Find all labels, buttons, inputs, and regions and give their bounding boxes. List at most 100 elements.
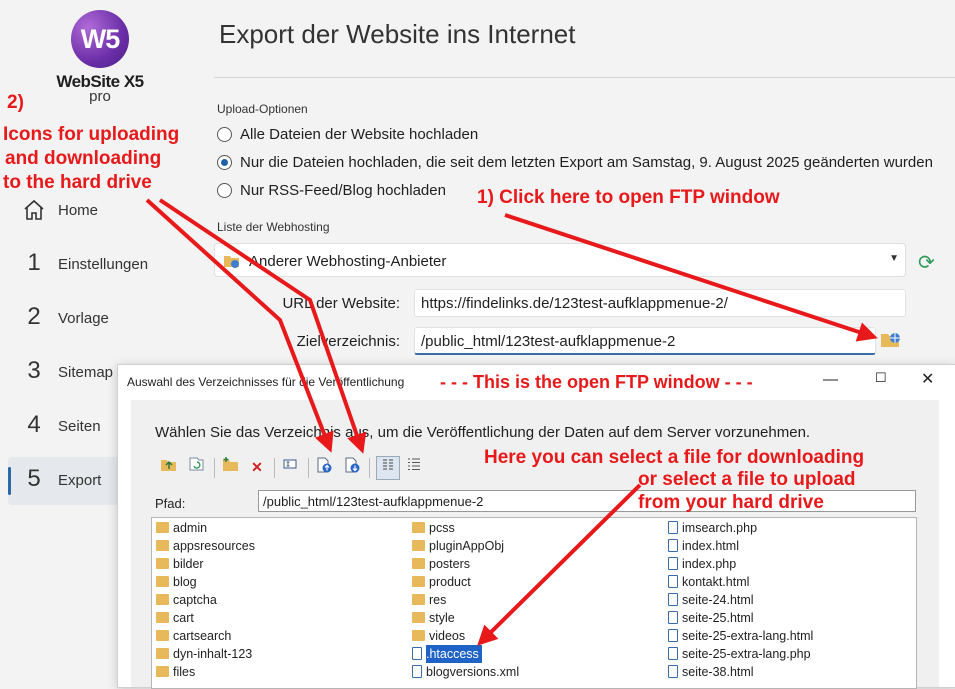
file-list-item[interactable]: res — [412, 591, 446, 609]
file-name: index.html — [682, 539, 739, 553]
file-list-item[interactable]: bilder — [156, 555, 204, 573]
file-list-item[interactable]: product — [412, 573, 471, 591]
file-list-item[interactable]: admin — [156, 519, 207, 537]
folder-icon — [156, 522, 169, 533]
close-icon[interactable]: ✕ — [921, 369, 934, 389]
radio-label: Nur die Dateien hochladen, die seit dem … — [240, 154, 933, 171]
file-name: pcss — [429, 521, 455, 535]
sidebar-item-label: Export — [58, 472, 102, 489]
sidebar-item-vorlage[interactable]: 2 Vorlage — [8, 295, 192, 343]
radio-all-files[interactable]: Alle Dateien der Website hochladen — [217, 126, 478, 143]
folder-up-icon[interactable] — [158, 456, 180, 478]
file-list-item[interactable]: posters — [412, 555, 470, 573]
folder-icon — [156, 594, 169, 605]
sidebar-item-einstellungen[interactable]: 1 Einstellungen — [8, 241, 192, 289]
file-icon — [668, 593, 678, 606]
upload-icon[interactable] — [313, 456, 335, 478]
sidebar-item-label: Vorlage — [58, 310, 109, 327]
radio-button[interactable] — [217, 155, 232, 170]
folder-globe-icon — [223, 253, 241, 274]
minimize-icon[interactable]: — — [823, 371, 838, 388]
file-icon — [412, 647, 422, 660]
file-name: seite-38.html — [682, 665, 754, 679]
file-list-item[interactable]: appsresources — [156, 537, 255, 555]
file-list-item[interactable]: style — [412, 609, 455, 627]
file-list-item[interactable]: cartsearch — [156, 627, 231, 645]
file-list-item[interactable]: index.php — [668, 555, 736, 573]
file-name: appsresources — [173, 539, 255, 553]
file-list-item[interactable]: blog — [156, 573, 197, 591]
file-name: files — [173, 665, 196, 679]
file-list-item[interactable]: cart — [156, 609, 194, 627]
radio-label: Nur RSS-Feed/Blog hochladen — [240, 182, 446, 199]
sidebar-item-number: 4 — [27, 411, 41, 438]
file-list-item[interactable]: imsearch.php — [668, 519, 757, 537]
target-dir-label: Zielverzeichnis: — [296, 333, 400, 350]
large-icons-view-icon[interactable] — [376, 456, 400, 480]
sidebar-item-label: Seiten — [58, 418, 101, 435]
rename-icon[interactable] — [280, 456, 302, 478]
details-view-icon[interactable] — [403, 456, 425, 478]
file-list-item[interactable]: seite-25-extra-lang.html — [668, 627, 813, 645]
file-list-item[interactable]: pcss — [412, 519, 455, 537]
folder-icon — [412, 630, 425, 641]
file-list-item[interactable]: pluginAppObj — [412, 537, 504, 555]
radio-button[interactable] — [217, 183, 232, 198]
file-name: posters — [429, 557, 470, 571]
file-list[interactable]: admin appsresources bilder blog captcha cart c… — [151, 517, 917, 689]
toolbar-divider — [308, 458, 309, 478]
toolbar-divider — [274, 458, 275, 478]
target-dir-field[interactable]: /public_html/123test-aufklappmenue-2 — [414, 327, 876, 355]
file-name: res — [429, 593, 447, 607]
file-list-item[interactable]: files — [156, 663, 195, 681]
radio-changed-files[interactable]: Nur die Dateien hochladen, die seit dem … — [217, 154, 933, 171]
page-title: Export der Website ins Internet — [219, 19, 576, 49]
file-icon — [668, 647, 678, 660]
annotation-step2-number: 2) — [7, 92, 24, 113]
download-icon[interactable] — [341, 456, 363, 478]
url-field[interactable]: https://findelinks.de/123test-aufklappme… — [414, 289, 906, 317]
radio-button[interactable] — [217, 127, 232, 142]
file-list-item[interactable]: .htaccess — [412, 645, 482, 663]
file-list-item[interactable]: kontakt.html — [668, 573, 749, 591]
file-list-item[interactable]: seite-38.html — [668, 663, 754, 681]
file-icon — [668, 521, 678, 534]
sidebar-item-home[interactable]: Home — [8, 187, 192, 235]
file-name: seite-25.html — [682, 611, 754, 625]
file-name: seite-25-extra-lang.html — [682, 629, 814, 643]
refresh-icon[interactable] — [186, 456, 208, 478]
maximize-icon[interactable]: ☐ — [875, 370, 887, 386]
annotation-select-line3: from your hard drive — [638, 492, 824, 513]
logo-badge: W5 — [71, 10, 129, 68]
file-icon — [668, 665, 678, 678]
folder-icon — [156, 666, 169, 677]
url-label: URL der Website: — [282, 295, 400, 312]
annotation-select-line2: or select a file to upload — [638, 469, 856, 490]
folder-icon — [412, 558, 425, 569]
dialog-description: Wählen Sie das Verzeichnis aus, um die V… — [155, 424, 811, 441]
file-list-item[interactable]: captcha — [156, 591, 217, 609]
file-name: kontakt.html — [682, 575, 750, 589]
hosting-provider-select[interactable]: Anderer Webhosting-Anbieter ▼ — [214, 243, 906, 277]
file-name: blog — [173, 575, 197, 589]
folder-icon — [412, 522, 425, 533]
radio-rss-blog[interactable]: Nur RSS-Feed/Blog hochladen — [217, 182, 446, 199]
file-list-item[interactable]: seite-25.html — [668, 609, 754, 627]
file-list-item[interactable]: index.html — [668, 537, 739, 555]
file-list-item[interactable]: dyn-inhalt-123 — [156, 645, 252, 663]
sidebar-item-label: Sitemap — [58, 364, 114, 381]
folder-globe-icon[interactable] — [880, 330, 902, 353]
new-folder-icon[interactable] — [220, 456, 242, 478]
delete-icon[interactable]: ✕ — [246, 456, 268, 478]
file-icon — [668, 629, 678, 642]
file-list-item[interactable]: videos — [412, 627, 465, 645]
file-name: seite-25-extra-lang.php — [682, 647, 811, 661]
chevron-down-icon: ▼ — [889, 253, 899, 264]
file-list-item[interactable]: blogversions.xml — [412, 663, 519, 681]
sidebar-item-number: 3 — [27, 357, 41, 384]
annotation-step2-line1: Icons for uploading — [3, 124, 180, 145]
refresh-icon[interactable]: ⟳ — [918, 250, 935, 275]
file-list-item[interactable]: seite-25-extra-lang.php — [668, 645, 811, 663]
annotation-step1: 1) Click here to open FTP window — [477, 187, 780, 208]
file-list-item[interactable]: seite-24.html — [668, 591, 754, 609]
